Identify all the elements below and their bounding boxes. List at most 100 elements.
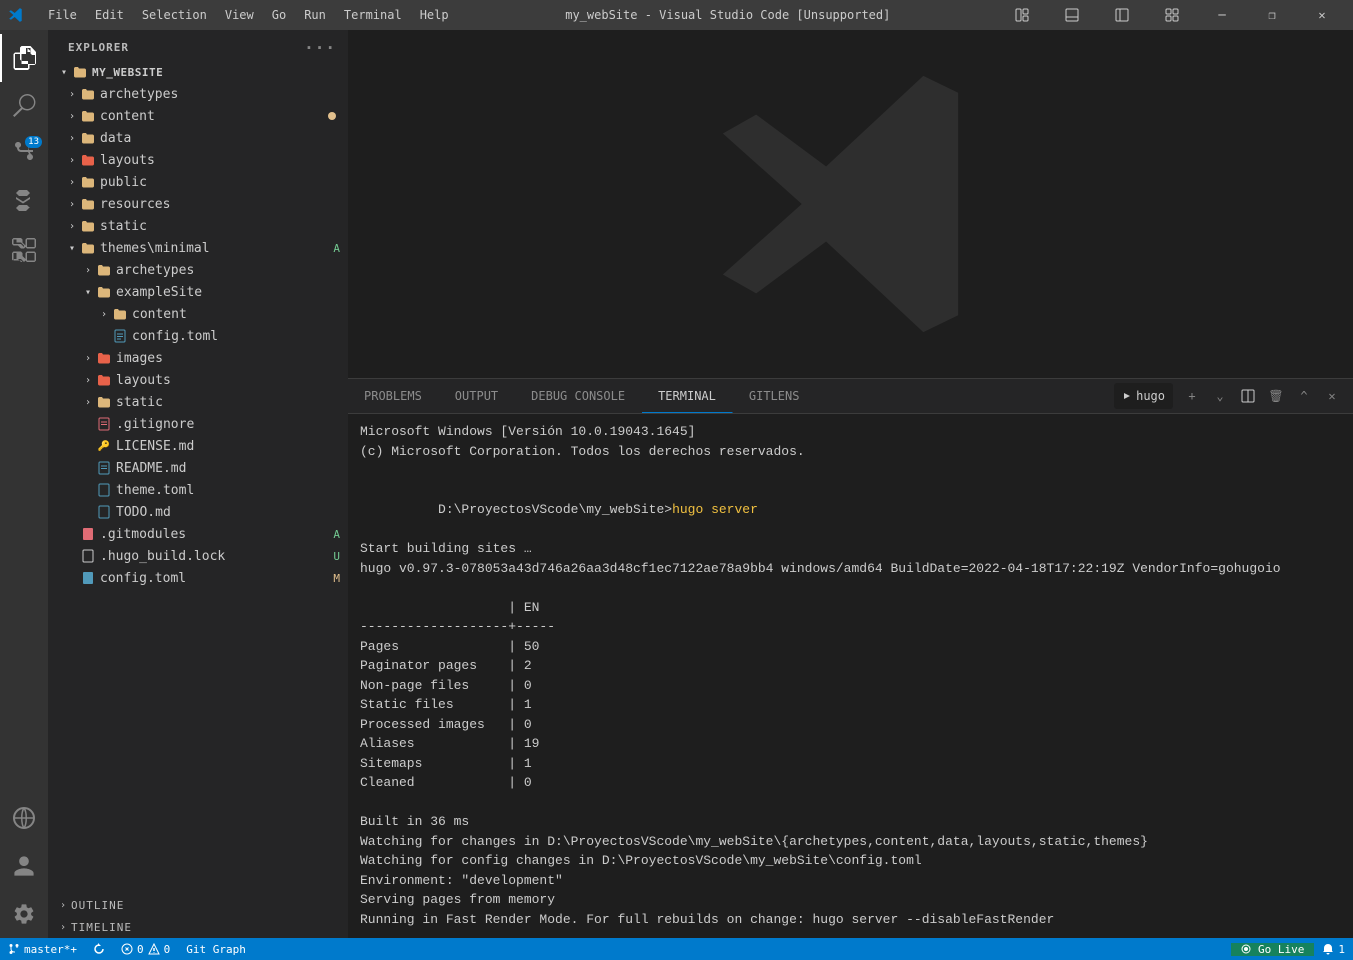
terminal-actions: hugo + ⌄ 🗑 ^ ✕ (1114, 383, 1353, 409)
examplesite-content[interactable]: › content (48, 303, 348, 325)
content-arrow: › (64, 111, 80, 122)
folder-examplesite[interactable]: ▾ exampleSite (48, 281, 348, 303)
run-icon[interactable] (0, 178, 48, 226)
terminal-dropdown-btn[interactable]: ⌄ (1207, 383, 1233, 409)
extensions-icon[interactable] (0, 226, 48, 274)
activity-bar: 13 (0, 30, 48, 938)
public-label: public (100, 175, 340, 190)
folder-resources[interactable]: › resources (48, 193, 348, 215)
terminal-row-nonpage: Non-page files | 0 (360, 676, 1341, 696)
notification-count: 1 (1338, 943, 1345, 956)
account-icon[interactable] (0, 842, 48, 890)
search-icon[interactable] (0, 82, 48, 130)
close-button[interactable]: ✕ (1299, 0, 1345, 30)
public-folder-icon (80, 174, 96, 190)
file-hugo-build[interactable]: › .hugo_build.lock U (48, 545, 348, 567)
timeline-arrow: › (60, 922, 67, 933)
todo-label: TODO.md (116, 505, 340, 520)
status-branch[interactable]: master*+ (0, 938, 85, 960)
file-license[interactable]: › 🔑 LICENSE.md (48, 435, 348, 457)
menu-selection[interactable]: Selection (134, 6, 215, 24)
config-toml-badge: M (333, 572, 340, 585)
tab-debug-console[interactable]: DEBUG CONSOLE (515, 379, 642, 413)
outline-section[interactable]: › OUTLINE (48, 894, 348, 916)
layout-icon[interactable] (999, 0, 1045, 30)
folder-data[interactable]: › data (48, 127, 348, 149)
themes-layouts[interactable]: › layouts (48, 369, 348, 391)
minimize-button[interactable]: ─ (1199, 0, 1245, 30)
terminal-watch1: Watching for changes in D:\ProyectosVSco… (360, 832, 1341, 852)
folder-archetypes[interactable]: › archetypes (48, 83, 348, 105)
sidebar-icon[interactable] (1099, 0, 1145, 30)
file-readme[interactable]: › README.md (48, 457, 348, 479)
maximize-panel-btn[interactable]: ^ (1291, 383, 1317, 409)
terminal-panel: PROBLEMS OUTPUT DEBUG CONSOLE TERMINAL G… (348, 378, 1353, 938)
tab-problems[interactable]: PROBLEMS (348, 379, 439, 413)
menu-help[interactable]: Help (412, 6, 457, 24)
status-notifications[interactable]: 1 (1314, 943, 1353, 956)
vscode-logo-icon (8, 7, 24, 23)
status-sync[interactable] (85, 938, 113, 960)
readme-label: README.md (116, 461, 340, 476)
new-terminal-btn[interactable]: + (1179, 383, 1205, 409)
explorer-more[interactable]: ··· (304, 38, 336, 57)
resources-folder-icon (80, 196, 96, 212)
folder-static[interactable]: › static (48, 215, 348, 237)
source-control-icon[interactable]: 13 (0, 130, 48, 178)
themes-badge: A (333, 242, 340, 255)
menu-edit[interactable]: Edit (87, 6, 132, 24)
file-config-toml[interactable]: › config.toml M (48, 567, 348, 589)
restore-button[interactable]: ❐ (1249, 0, 1295, 30)
close-panel-btn[interactable]: ✕ (1319, 383, 1345, 409)
terminal-output[interactable]: Microsoft Windows [Versión 10.0.19043.16… (348, 414, 1353, 938)
menu-file[interactable]: File (40, 6, 85, 24)
timeline-section[interactable]: › TIMELINE (48, 916, 348, 938)
images-folder-icon (96, 350, 112, 366)
gitmodules-label: .gitmodules (100, 527, 329, 542)
status-gitgraph[interactable]: Git Graph (178, 938, 254, 960)
kill-terminal-btn[interactable]: 🗑 (1263, 383, 1289, 409)
file-themetoml[interactable]: › theme.toml (48, 479, 348, 501)
file-gitignore[interactable]: › .gitignore (48, 413, 348, 435)
file-todo[interactable]: › TODO.md (48, 501, 348, 523)
panel-icon[interactable] (1049, 0, 1095, 30)
go-live-button[interactable]: Go Live (1231, 943, 1314, 956)
split-terminal-btn[interactable] (1235, 383, 1261, 409)
folder-images[interactable]: › images (48, 347, 348, 369)
menu-terminal[interactable]: Terminal (336, 6, 410, 24)
tab-gitlens[interactable]: GITLENS (733, 379, 817, 413)
data-label: data (100, 131, 340, 146)
tab-output[interactable]: OUTPUT (439, 379, 515, 413)
terminal-row-paginator: Paginator pages | 2 (360, 656, 1341, 676)
gitmodules-badge: A (333, 528, 340, 541)
config-toml-label: config.toml (100, 571, 329, 586)
root-folder-icon (72, 64, 88, 80)
grid-icon[interactable] (1149, 0, 1195, 30)
examplesite-config[interactable]: › config.toml (48, 325, 348, 347)
status-errors[interactable]: 0 0 (113, 938, 178, 960)
terminal-name-tag[interactable]: hugo (1114, 383, 1173, 409)
folder-layouts[interactable]: › layouts (48, 149, 348, 171)
remote-icon[interactable] (0, 794, 48, 842)
public-arrow: › (64, 177, 80, 188)
themes-static[interactable]: › static (48, 391, 348, 413)
menu-run[interactable]: Run (296, 6, 334, 24)
explorer-icon[interactable] (0, 34, 48, 82)
hugo-build-badge: U (333, 550, 340, 563)
t-layouts-label: layouts (116, 373, 340, 388)
themes-archetypes[interactable]: › archetypes (48, 259, 348, 281)
folder-themes-minimal[interactable]: ▾ themes\minimal A (48, 237, 348, 259)
gitignore-icon (96, 416, 112, 432)
root-folder[interactable]: ▾ MY_WEBSITE (48, 61, 348, 83)
tab-terminal[interactable]: TERMINAL (642, 379, 733, 413)
themetoml-label: theme.toml (116, 483, 340, 498)
folder-public[interactable]: › public (48, 171, 348, 193)
settings-icon[interactable] (0, 890, 48, 938)
file-gitmodules[interactable]: › .gitmodules A (48, 523, 348, 545)
folder-content[interactable]: › content (48, 105, 348, 127)
error-icon (121, 943, 133, 955)
es-content-folder-icon (112, 306, 128, 322)
menu-view[interactable]: View (217, 6, 262, 24)
menu-go[interactable]: Go (264, 6, 294, 24)
t-layouts-folder-icon (96, 372, 112, 388)
